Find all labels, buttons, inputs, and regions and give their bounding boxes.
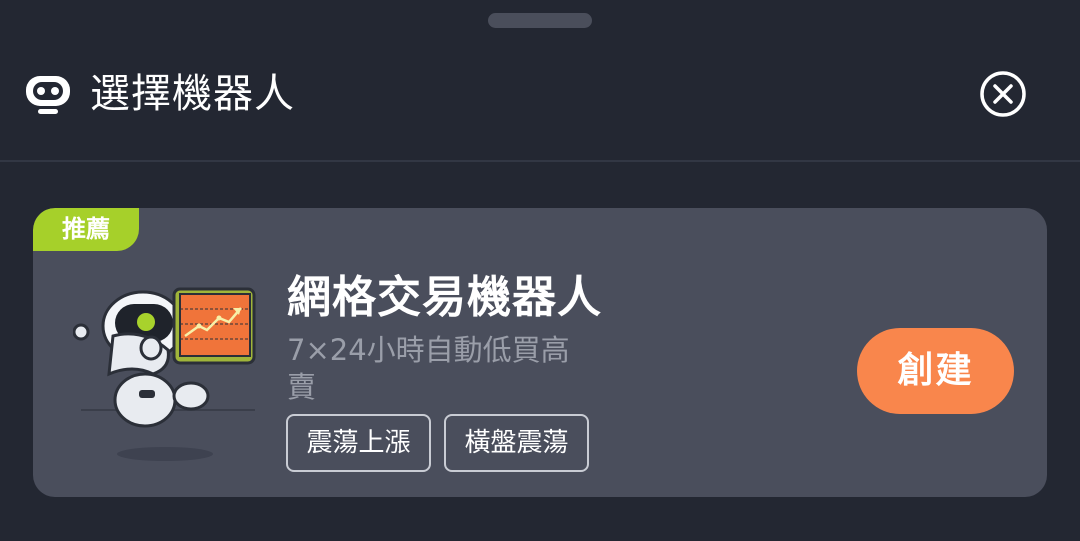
grid-bot-card[interactable]: 推薦 網格交易機器人 7×24小時自動低買高賣 震蕩上漲 橫盤震蕩 創建 [33, 208, 1047, 497]
close-icon[interactable] [979, 70, 1027, 118]
page-title: 選擇機器人 [90, 71, 295, 117]
create-button[interactable]: 創建 [857, 328, 1014, 414]
drag-handle[interactable] [488, 13, 592, 28]
recommended-badge: 推薦 [33, 208, 139, 251]
sheet-header: 選擇機器人 [0, 46, 1080, 146]
tag-chip: 震蕩上漲 [286, 414, 431, 472]
robot-with-chart-illustration [73, 287, 256, 461]
tag-chip: 橫盤震蕩 [444, 414, 589, 472]
header-divider [0, 160, 1080, 162]
robot-icon [26, 76, 70, 114]
card-description: 7×24小時自動低買高賣 [287, 333, 570, 404]
card-title: 網格交易機器人 [287, 272, 602, 323]
